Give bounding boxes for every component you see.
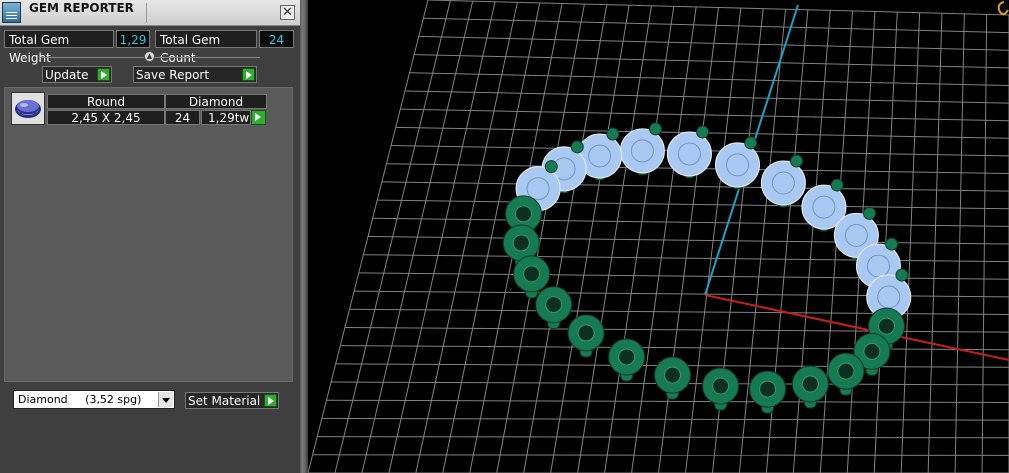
gem-count-cell: 24 <box>165 110 200 125</box>
play-icon[interactable] <box>251 110 266 125</box>
gem-setting <box>619 122 665 176</box>
dropdown-arrow-icon[interactable] <box>158 392 173 407</box>
gem-setting <box>567 314 605 358</box>
gem-round-icon <box>11 92 45 125</box>
gem-setting <box>608 338 646 382</box>
gem-setting <box>702 367 740 411</box>
play-icon <box>97 68 110 81</box>
view-cube-icon[interactable] <box>990 0 1009 18</box>
set-material-button[interactable]: Set Material <box>185 392 279 409</box>
gem-material-cell: Diamond <box>165 94 267 109</box>
gem-setting <box>715 136 761 190</box>
gem-reporter-panel: GEM REPORTER ✕ Total Gem Weight 1,29 Tot… <box>0 0 300 473</box>
material-select-value: Diamond (3,52 spg) <box>18 393 142 406</box>
gem-setting <box>666 125 712 179</box>
save-report-label: Save Report <box>136 68 210 82</box>
material-select[interactable]: Diamond (3,52 spg) <box>13 390 175 409</box>
panel-resize-handle[interactable] <box>300 0 308 473</box>
window-title: GEM REPORTER <box>29 1 134 15</box>
ring-model <box>502 122 912 414</box>
save-report-button[interactable]: Save Report <box>133 66 257 83</box>
total-count-value: 24 <box>259 30 294 48</box>
total-weight-value: 1,29 <box>116 30 150 48</box>
close-icon[interactable]: ✕ <box>280 5 295 20</box>
gem-shape-cell: Round <box>47 94 165 109</box>
play-icon <box>242 68 255 81</box>
gem-weight-cell: 1,29tw <box>201 110 251 125</box>
gem-list[interactable] <box>4 87 293 382</box>
collapse-icon[interactable]: ▲ <box>144 51 155 62</box>
total-count-label: Total Gem Count <box>155 30 257 65</box>
gem-setting <box>653 356 691 400</box>
app-icon <box>2 2 21 23</box>
play-icon <box>264 394 277 407</box>
title-bar[interactable]: GEM REPORTER ✕ <box>0 0 300 26</box>
3d-viewport[interactable] <box>308 0 1009 473</box>
update-label: Update <box>45 68 89 82</box>
gem-setting <box>760 154 806 208</box>
grid-floor <box>308 0 1009 473</box>
gem-setting <box>535 286 573 330</box>
set-material-label: Set Material <box>188 394 261 408</box>
title-divider <box>146 3 147 23</box>
3d-scene <box>308 0 1009 473</box>
gem-setting <box>749 370 787 414</box>
gem-size-cell: 2,45 X 2,45 <box>47 110 165 125</box>
total-weight-label: Total Gem Weight <box>4 30 114 65</box>
update-button[interactable]: Update <box>42 66 112 83</box>
gem-setting <box>827 352 865 396</box>
